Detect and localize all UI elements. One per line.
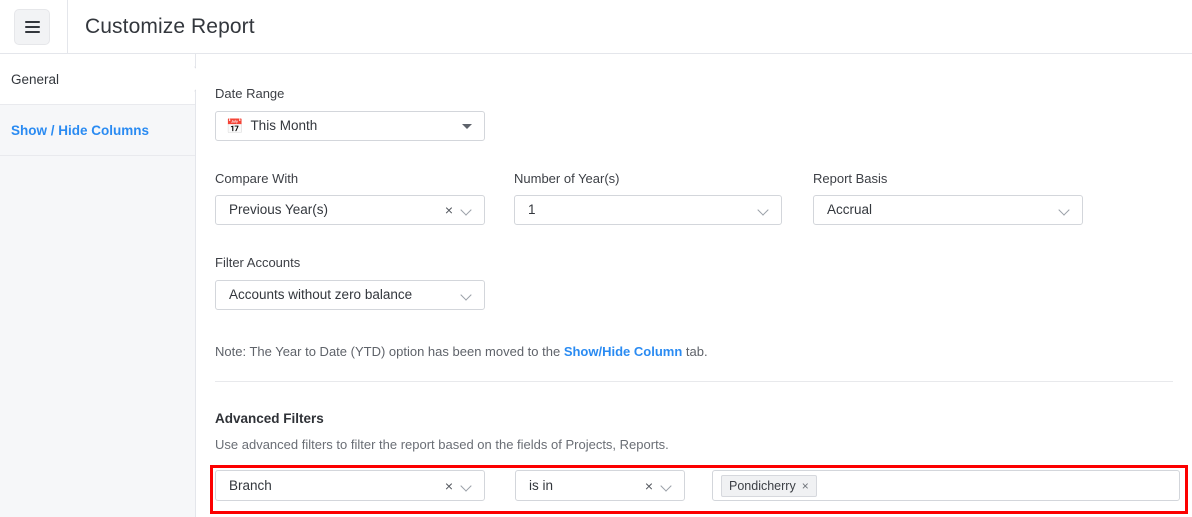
filter-field-value: Branch xyxy=(216,472,443,500)
header-divider xyxy=(67,0,68,54)
date-range-label: Date Range xyxy=(215,86,284,102)
sidebar-item-general[interactable]: General xyxy=(0,54,195,105)
chevron-down-icon[interactable] xyxy=(459,287,475,303)
report-basis-value: Accrual xyxy=(814,196,1053,224)
number-of-years-select[interactable]: 1 xyxy=(514,195,782,225)
hamburger-bar xyxy=(25,26,40,28)
chevron-down-icon[interactable] xyxy=(659,478,675,494)
advanced-filters-title: Advanced Filters xyxy=(215,410,324,427)
calendar-icon: 📅 xyxy=(226,119,243,133)
caret-down-solid-icon[interactable] xyxy=(459,118,475,134)
page-title: Customize Report xyxy=(85,12,255,42)
note-prefix: Note: The Year to Date (YTD) option has … xyxy=(215,344,564,359)
sidebar-item-label: General xyxy=(11,72,59,87)
tag-label: Pondicherry xyxy=(729,479,796,493)
number-of-years-value: 1 xyxy=(515,196,752,224)
filter-operator-value: is in xyxy=(516,472,643,500)
customize-report-window: Customize Report General Show / Hide Col… xyxy=(0,0,1192,517)
sidebar-item-label: Show / Hide Columns xyxy=(11,123,149,138)
main-content: Date Range 📅 This Month Compare With Pre… xyxy=(196,54,1192,517)
chevron-down-icon[interactable] xyxy=(459,478,475,494)
ytd-note: Note: The Year to Date (YTD) option has … xyxy=(215,343,708,360)
sidebar-item-show-hide-columns[interactable]: Show / Hide Columns xyxy=(0,105,195,156)
number-of-years-label: Number of Year(s) xyxy=(514,171,620,187)
filter-accounts-label: Filter Accounts xyxy=(215,255,300,271)
show-hide-column-link[interactable]: Show/Hide Column xyxy=(564,344,682,359)
chevron-down-icon[interactable] xyxy=(756,202,772,218)
filter-accounts-select[interactable]: Accounts without zero balance xyxy=(215,280,485,310)
report-basis-select[interactable]: Accrual xyxy=(813,195,1083,225)
filter-accounts-value: Accounts without zero balance xyxy=(216,281,455,309)
app-header: Customize Report xyxy=(0,0,1192,54)
chevron-down-icon[interactable] xyxy=(1057,202,1073,218)
hamburger-icon[interactable] xyxy=(14,9,50,45)
hamburger-bar xyxy=(25,31,40,33)
advanced-filters-description: Use advanced filters to filter the repor… xyxy=(215,436,669,453)
filter-field-select[interactable]: Branch × xyxy=(215,470,485,501)
sidebar: General Show / Hide Columns xyxy=(0,54,196,517)
compare-with-value: Previous Year(s) xyxy=(216,196,443,224)
chevron-down-icon[interactable] xyxy=(459,202,475,218)
clear-icon[interactable]: × xyxy=(643,479,655,493)
clear-icon[interactable]: × xyxy=(443,203,455,217)
date-range-select[interactable]: 📅 This Month xyxy=(215,111,485,141)
note-suffix: tab. xyxy=(682,344,707,359)
report-basis-label: Report Basis xyxy=(813,171,887,187)
filter-operator-select[interactable]: is in × xyxy=(515,470,685,501)
hamburger-bar xyxy=(25,21,40,23)
compare-with-label: Compare With xyxy=(215,171,298,187)
date-range-value: This Month xyxy=(243,112,455,140)
section-divider xyxy=(215,381,1173,382)
clear-icon[interactable]: × xyxy=(443,479,455,493)
remove-tag-icon[interactable]: × xyxy=(802,480,809,492)
compare-with-select[interactable]: Previous Year(s) × xyxy=(215,195,485,225)
filter-values-input[interactable]: Pondicherry × xyxy=(712,470,1180,501)
tag-chip[interactable]: Pondicherry × xyxy=(721,475,817,497)
